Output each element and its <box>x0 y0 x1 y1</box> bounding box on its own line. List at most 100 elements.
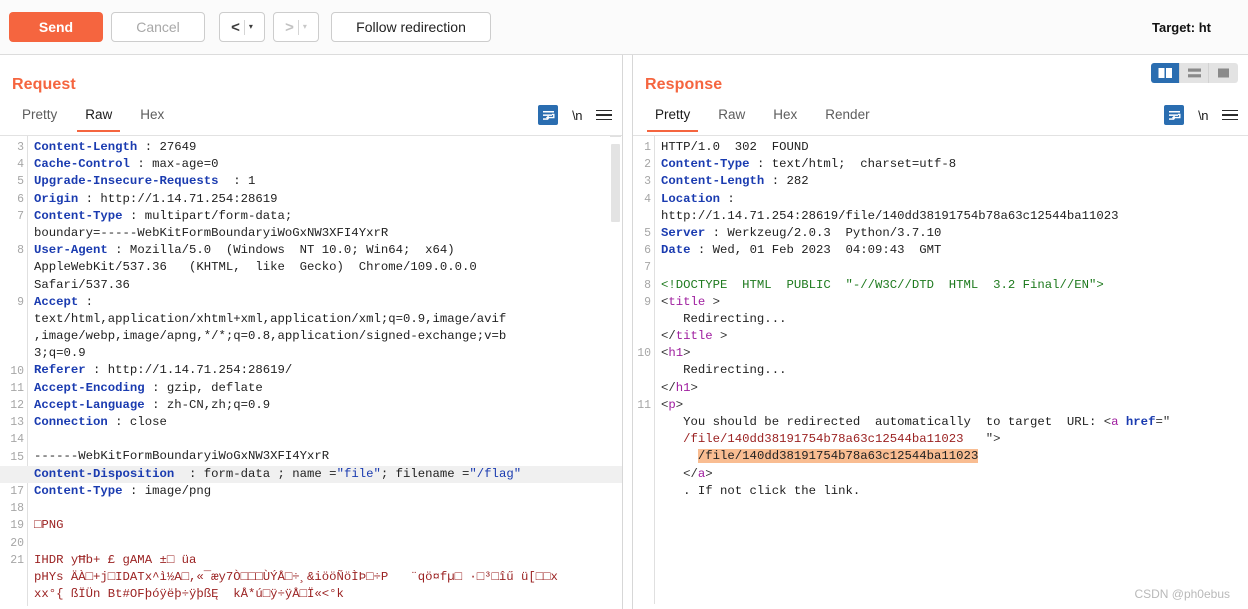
response-code-rows[interactable]: HTTP/1.0 302 FOUND Content-Type : text/ht… <box>633 139 1248 500</box>
code-line[interactable] <box>0 534 622 551</box>
back-button[interactable]: < ▾ <box>219 12 265 42</box>
tab-response-hex[interactable]: Hex <box>759 103 811 131</box>
code-line[interactable]: text/html,application/xhtml+xml,applicat… <box>0 311 622 328</box>
newline-toggle[interactable]: \n <box>572 108 582 123</box>
layout-split-vertical-button[interactable] <box>1151 63 1180 83</box>
code-token: a <box>1111 415 1119 429</box>
chevron-down-icon[interactable]: ▾ <box>249 23 253 31</box>
code-line[interactable]: Content-Type : text/html; charset=utf-8 <box>633 156 1248 173</box>
code-line[interactable]: http://1.14.71.254:28619/file/140dd38191… <box>633 208 1248 225</box>
code-line[interactable]: 3;q=0.9 <box>0 345 622 362</box>
chevron-down-icon[interactable]: ▾ <box>303 23 307 31</box>
code-line[interactable]: □PNG <box>0 517 622 534</box>
code-token: : zh-CN,zh;q=0.9 <box>144 397 271 412</box>
code-token: : <box>78 294 94 309</box>
code-line[interactable]: Content-Length : 27649 <box>0 139 622 156</box>
code-token: > <box>675 397 684 412</box>
tab-response-pretty[interactable]: Pretty <box>641 103 704 132</box>
code-line[interactable]: You should be redirected automatically t… <box>633 414 1248 431</box>
code-token: : Wed, 01 Feb 2023 04:09:43 GMT <box>690 243 942 258</box>
code-line[interactable]: Cache-Control : max-age=0 <box>0 156 622 173</box>
code-token: /file/140dd38191754b78a63c12544ba11023 <box>697 449 979 464</box>
code-line[interactable]: <!DOCTYPE HTML PUBLIC "-//W3C//DTD HTML … <box>633 277 1248 294</box>
code-line[interactable]: ,image/webp,image/apng,*/*;q=0.8,applica… <box>0 328 622 345</box>
code-line[interactable]: Accept : <box>0 294 622 311</box>
tab-response-render[interactable]: Render <box>811 103 883 131</box>
code-line[interactable] <box>0 431 622 448</box>
code-token: User-Agent <box>34 243 108 258</box>
code-line[interactable]: Content-Length : 282 <box>633 173 1248 190</box>
layout-split-horizontal-button[interactable] <box>1180 63 1209 83</box>
code-token: pHYs ÄÀ□+j□IDATx^ì½A□,«¯æy7Ò□□□ÙÝÅ□÷¸&iö… <box>34 569 558 584</box>
code-line[interactable]: /file/140dd38191754b78a63c12544ba11023 "… <box>633 431 1248 448</box>
layout-single-pane-button[interactable] <box>1209 63 1238 83</box>
code-token: title <box>668 294 706 309</box>
code-line[interactable]: Safari/537.36 <box>0 277 622 294</box>
code-line[interactable]: IHDR yĦb+ £ gAMA ±□ üa <box>0 552 622 569</box>
code-line[interactable]: Redirecting... <box>633 362 1248 379</box>
send-button[interactable]: Send <box>9 12 103 42</box>
code-line[interactable]: pHYs ÄÀ□+j□IDATx^ì½A□,«¯æy7Ò□□□ÙÝÅ□÷¸&iö… <box>0 569 622 586</box>
code-line[interactable]: </a> <box>633 466 1248 483</box>
code-line[interactable]: <h1> <box>633 345 1248 362</box>
word-wrap-icon[interactable] <box>538 105 559 125</box>
hamburger-menu-icon[interactable] <box>596 107 612 124</box>
code-line[interactable]: . If not click the link. <box>633 483 1248 500</box>
code-line[interactable]: Date : Wed, 01 Feb 2023 04:09:43 GMT <box>633 242 1248 259</box>
code-token: "> <box>963 432 1001 447</box>
code-token: boundary=-----WebKitFormBoundaryiWoGxNW3… <box>34 225 389 240</box>
code-line[interactable] <box>633 259 1248 276</box>
request-editor[interactable]: 3456789101112131415161718192021 Content-… <box>0 136 622 606</box>
code-line[interactable] <box>0 500 622 517</box>
request-scrollbar[interactable] <box>610 136 621 606</box>
code-line[interactable]: <title > <box>633 294 1248 311</box>
code-token: Redirecting... <box>661 363 787 378</box>
tab-request-hex[interactable]: Hex <box>126 103 178 131</box>
hamburger-menu-icon[interactable] <box>1222 107 1238 124</box>
code-line[interactable]: Referer : http://1.14.71.254:28619/ <box>0 362 622 379</box>
code-line[interactable]: Accept-Language : zh-CN,zh;q=0.9 <box>0 397 622 414</box>
newline-toggle[interactable]: \n <box>1198 108 1208 123</box>
code-token: p <box>668 397 676 412</box>
forward-button[interactable]: > ▾ <box>273 12 319 42</box>
code-line[interactable]: Redirecting... <box>633 311 1248 328</box>
cancel-button[interactable]: Cancel <box>111 12 205 42</box>
code-line[interactable]: Upgrade-Insecure-Requests : 1 <box>0 173 622 190</box>
code-line[interactable]: Server : Werkzeug/2.0.3 Python/3.7.10 <box>633 225 1248 242</box>
code-line[interactable]: Content-Type : image/png <box>0 483 622 500</box>
tab-request-raw[interactable]: Raw <box>71 103 126 132</box>
code-line[interactable]: boundary=-----WebKitFormBoundaryiWoGxNW3… <box>0 225 622 242</box>
code-line[interactable]: </h1> <box>633 380 1248 397</box>
word-wrap-icon[interactable] <box>1164 105 1185 125</box>
code-line[interactable]: Connection : close <box>0 414 622 431</box>
code-token: Redirecting... <box>661 311 787 326</box>
response-editor[interactable]: 1 2 3 4 5 6 7 8 9 10 11 HTTP/1.0 302 FOUND Content-… <box>633 136 1248 604</box>
code-line[interactable]: Location : <box>633 191 1248 208</box>
code-line[interactable]: Content-Disposition : form-data ; name =… <box>0 465 622 483</box>
tab-response-raw[interactable]: Raw <box>704 103 759 131</box>
code-line[interactable]: <p> <box>633 397 1248 414</box>
code-token: </ <box>661 466 698 481</box>
code-line[interactable]: AppleWebKit/537.36 (KHTML, like Gecko) C… <box>0 259 622 276</box>
response-tabstrip: Pretty Raw Hex Render \n <box>633 103 1248 136</box>
code-line[interactable]: Accept-Encoding : gzip, deflate <box>0 380 622 397</box>
code-token: Content-Disposition <box>34 466 175 481</box>
code-line[interactable]: </title > <box>633 328 1248 345</box>
code-line[interactable]: HTTP/1.0 302 FOUND <box>633 139 1248 156</box>
code-line[interactable]: Content-Type : multipart/form-data; <box>0 208 622 225</box>
panel-splitter[interactable] <box>622 55 633 609</box>
code-line[interactable]: User-Agent : Mozilla/5.0 (Windows NT 10.… <box>0 242 622 259</box>
request-scroll-thumb[interactable] <box>611 144 620 222</box>
code-line[interactable]: /file/140dd38191754b78a63c12544ba11023 <box>633 448 1248 465</box>
follow-redirection-button[interactable]: Follow redirection <box>331 12 491 42</box>
code-line[interactable]: xx°{ ßÏÜn Bt#OFþóÿëþ÷ÿþßĘ kÅ*ú□ÿ÷ÿÅ□Ï«<°… <box>0 586 622 603</box>
request-tabstrip: Pretty Raw Hex \n <box>0 103 622 136</box>
code-line[interactable]: ------WebKitFormBoundaryiWoGxNW3XFI4YxrR <box>0 448 622 465</box>
code-token: href <box>1118 415 1156 429</box>
tab-request-pretty[interactable]: Pretty <box>8 103 71 131</box>
code-token: Date <box>661 243 691 258</box>
code-line[interactable]: Origin : http://1.14.71.254:28619 <box>0 191 622 208</box>
code-token: Upgrade-Insecure-Requests <box>34 174 219 189</box>
code-token: : text/html; charset=utf-8 <box>749 157 957 172</box>
request-code-rows[interactable]: Content-Length : 27649 Cache-Control : ma… <box>0 139 622 603</box>
